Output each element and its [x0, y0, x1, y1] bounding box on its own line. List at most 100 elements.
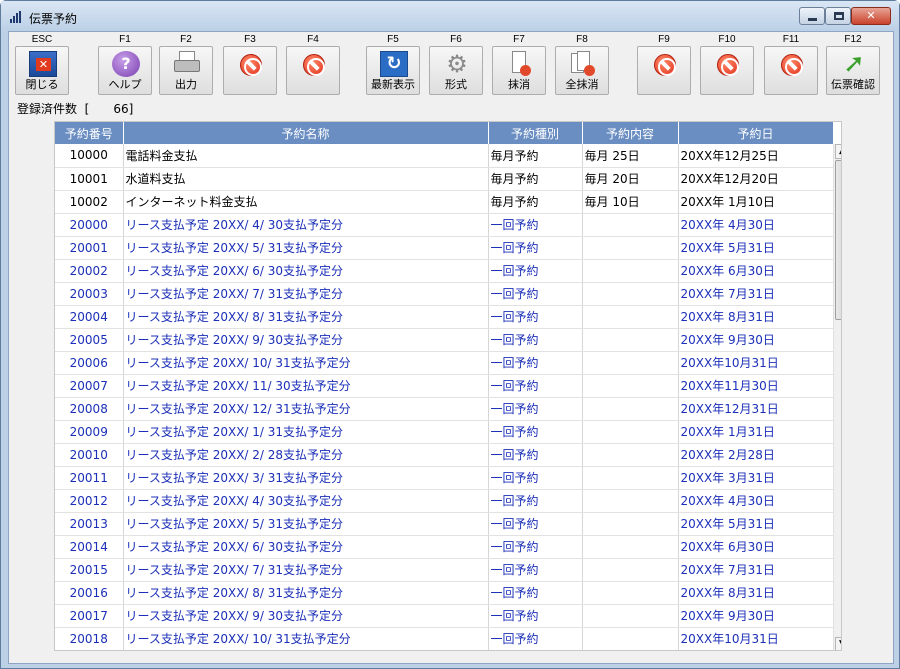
- cell-name[interactable]: リース支払予定 20XX/ 3/ 31支払予定分: [123, 466, 489, 490]
- table-row[interactable]: 20003 リース支払予定 20XX/ 7/ 31支払予定分 一回予約 20XX年 7…: [55, 282, 834, 306]
- cell-detail[interactable]: 毎月 25日: [582, 144, 679, 168]
- cell-date[interactable]: 20XX年 8月31日: [678, 581, 834, 605]
- cell-type[interactable]: 一回予約: [488, 351, 583, 375]
- table-row[interactable]: 20014 リース支払予定 20XX/ 6/ 30支払予定分 一回予約 20XX年 6…: [55, 535, 834, 559]
- cell-type[interactable]: 一回予約: [488, 627, 583, 650]
- col-header-name[interactable]: 予約名称: [123, 122, 489, 144]
- cell-no[interactable]: 20003: [55, 282, 124, 306]
- cell-detail[interactable]: [582, 328, 679, 352]
- cell-date[interactable]: 20XX年 4月30日: [678, 213, 834, 237]
- table-row[interactable]: 20011 リース支払予定 20XX/ 3/ 31支払予定分 一回予約 20XX年 3…: [55, 466, 834, 490]
- toolbar-button-f12[interactable]: ➚ 伝票確認: [826, 46, 880, 95]
- cell-date[interactable]: 20XX年10月31日: [678, 351, 834, 375]
- table-row[interactable]: 20005 リース支払予定 20XX/ 9/ 30支払予定分 一回予約 20XX年 9…: [55, 328, 834, 352]
- table-row[interactable]: 20004 リース支払予定 20XX/ 8/ 31支払予定分 一回予約 20XX年 8…: [55, 305, 834, 329]
- cell-name[interactable]: リース支払予定 20XX/ 1/ 31支払予定分: [123, 420, 489, 444]
- toolbar-button-f8[interactable]: 全抹消: [555, 46, 609, 95]
- cell-detail[interactable]: 毎月 10日: [582, 190, 679, 214]
- table-row[interactable]: 20018 リース支払予定 20XX/ 10/ 31支払予定分 一回予約 20XX年1…: [55, 627, 834, 650]
- cell-date[interactable]: 20XX年12月31日: [678, 397, 834, 421]
- cell-name[interactable]: 電話料金支払: [123, 144, 489, 168]
- cell-date[interactable]: 20XX年12月25日: [678, 144, 834, 168]
- toolbar-button-f5[interactable]: ↻ 最新表示: [366, 46, 420, 95]
- cell-name[interactable]: リース支払予定 20XX/ 5/ 31支払予定分: [123, 236, 489, 260]
- cell-name[interactable]: リース支払予定 20XX/ 10/ 31支払予定分: [123, 351, 489, 375]
- disabled-button-f11[interactable]: [764, 46, 818, 95]
- col-header-no[interactable]: 予約番号: [55, 122, 124, 144]
- cell-name[interactable]: 水道料支払: [123, 167, 489, 191]
- cell-type[interactable]: 一回予約: [488, 558, 583, 582]
- table-row[interactable]: 20016 リース支払予定 20XX/ 8/ 31支払予定分 一回予約 20XX年 8…: [55, 581, 834, 605]
- cell-date[interactable]: 20XX年 1月10日: [678, 190, 834, 214]
- cell-type[interactable]: 一回予約: [488, 466, 583, 490]
- col-header-type[interactable]: 予約種別: [488, 122, 583, 144]
- cell-type[interactable]: 一回予約: [488, 581, 583, 605]
- cell-no[interactable]: 20017: [55, 604, 124, 628]
- toolbar-button-f2[interactable]: 出力: [159, 46, 213, 95]
- cell-type[interactable]: 一回予約: [488, 420, 583, 444]
- cell-type[interactable]: 一回予約: [488, 328, 583, 352]
- cell-date[interactable]: 20XX年11月30日: [678, 374, 834, 398]
- cell-detail[interactable]: [582, 305, 679, 329]
- cell-detail[interactable]: [582, 466, 679, 490]
- toolbar-button-esc[interactable]: ✕ 閉じる: [15, 46, 69, 95]
- cell-type[interactable]: 一回予約: [488, 259, 583, 283]
- col-header-detail[interactable]: 予約内容: [582, 122, 679, 144]
- cell-no[interactable]: 20009: [55, 420, 124, 444]
- cell-date[interactable]: 20XX年 1月31日: [678, 420, 834, 444]
- table-row[interactable]: 20012 リース支払予定 20XX/ 4/ 30支払予定分 一回予約 20XX年 4…: [55, 489, 834, 513]
- cell-name[interactable]: リース支払予定 20XX/ 9/ 30支払予定分: [123, 328, 489, 352]
- cell-name[interactable]: リース支払予定 20XX/ 9/ 30支払予定分: [123, 604, 489, 628]
- cell-type[interactable]: 一回予約: [488, 397, 583, 421]
- cell-type[interactable]: 一回予約: [488, 282, 583, 306]
- cell-date[interactable]: 20XX年 7月31日: [678, 282, 834, 306]
- cell-name[interactable]: リース支払予定 20XX/ 2/ 28支払予定分: [123, 443, 489, 467]
- cell-date[interactable]: 20XX年 5月31日: [678, 512, 834, 536]
- cell-type[interactable]: 毎月予約: [488, 144, 583, 168]
- scroll-thumb[interactable]: [835, 160, 841, 320]
- cell-detail[interactable]: [582, 236, 679, 260]
- table-row[interactable]: 20000 リース支払予定 20XX/ 4/ 30支払予定分 一回予約 20XX年 4…: [55, 213, 834, 237]
- title-bar[interactable]: 伝票予約 ✕: [1, 1, 899, 31]
- cell-date[interactable]: 20XX年 3月31日: [678, 466, 834, 490]
- minimize-button[interactable]: [799, 7, 825, 25]
- table-row[interactable]: 10002 インターネット料金支払 毎月予約 毎月 10日 20XX年 1月10日: [55, 190, 834, 214]
- toolbar-button-f1[interactable]: ? ヘルプ: [98, 46, 152, 95]
- cell-no[interactable]: 20012: [55, 489, 124, 513]
- cell-detail[interactable]: [582, 374, 679, 398]
- close-window-button[interactable]: ✕: [851, 7, 891, 25]
- cell-no[interactable]: 10002: [55, 190, 124, 214]
- cell-detail[interactable]: [582, 581, 679, 605]
- disabled-button-f4[interactable]: [286, 46, 340, 95]
- cell-name[interactable]: リース支払予定 20XX/ 4/ 30支払予定分: [123, 489, 489, 513]
- cell-no[interactable]: 20007: [55, 374, 124, 398]
- cell-no[interactable]: 20013: [55, 512, 124, 536]
- cell-type[interactable]: 一回予約: [488, 236, 583, 260]
- cell-type[interactable]: 一回予約: [488, 535, 583, 559]
- table-row[interactable]: 10001 水道料支払 毎月予約 毎月 20日 20XX年12月20日: [55, 167, 834, 191]
- cell-date[interactable]: 20XX年 6月30日: [678, 535, 834, 559]
- cell-detail[interactable]: [582, 397, 679, 421]
- cell-no[interactable]: 20008: [55, 397, 124, 421]
- scroll-down-button[interactable]: ▼: [835, 637, 841, 650]
- cell-no[interactable]: 20004: [55, 305, 124, 329]
- cell-type[interactable]: 一回予約: [488, 213, 583, 237]
- cell-no[interactable]: 10000: [55, 144, 124, 168]
- cell-name[interactable]: リース支払予定 20XX/ 7/ 31支払予定分: [123, 282, 489, 306]
- cell-name[interactable]: リース支払予定 20XX/ 8/ 31支払予定分: [123, 581, 489, 605]
- cell-type[interactable]: 一回予約: [488, 305, 583, 329]
- cell-no[interactable]: 20014: [55, 535, 124, 559]
- cell-date[interactable]: 20XX年 9月30日: [678, 328, 834, 352]
- cell-no[interactable]: 20006: [55, 351, 124, 375]
- cell-name[interactable]: リース支払予定 20XX/ 10/ 31支払予定分: [123, 627, 489, 650]
- cell-name[interactable]: リース支払予定 20XX/ 7/ 31支払予定分: [123, 558, 489, 582]
- vertical-scrollbar[interactable]: ▲ ▼: [833, 144, 841, 650]
- scroll-up-button[interactable]: ▲: [835, 144, 841, 159]
- table-row[interactable]: 20009 リース支払予定 20XX/ 1/ 31支払予定分 一回予約 20XX年 1…: [55, 420, 834, 444]
- table-row[interactable]: 20013 リース支払予定 20XX/ 5/ 31支払予定分 一回予約 20XX年 5…: [55, 512, 834, 536]
- cell-detail[interactable]: [582, 282, 679, 306]
- cell-detail[interactable]: [582, 489, 679, 513]
- col-header-date[interactable]: 予約日: [678, 122, 834, 144]
- cell-detail[interactable]: [582, 627, 679, 650]
- table-row[interactable]: 20007 リース支払予定 20XX/ 11/ 30支払予定分 一回予約 20XX年1…: [55, 374, 834, 398]
